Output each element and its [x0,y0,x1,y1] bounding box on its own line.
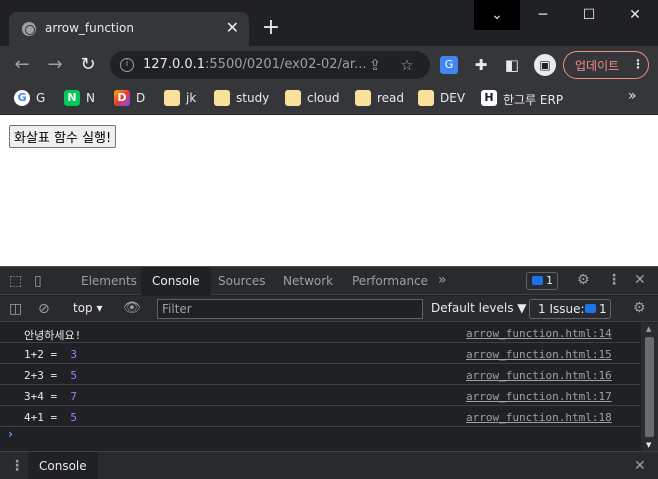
info-icon[interactable]: i [120,58,134,72]
tab-search-icon[interactable]: ⌄ [474,0,520,30]
close-drawer-icon[interactable]: ✕ [634,458,646,474]
page-viewport: 화살표 함수 실행! [0,115,658,266]
devtools-tabbar: ⬚ ▯ Elements Console Sources Network Per… [0,267,658,295]
new-tab-button[interactable]: + [258,16,284,42]
console-log-row: 3+4 = 7 arrow_function.html:17 [0,386,640,406]
log-source-link[interactable]: arrow_function.html:15 [466,348,612,361]
more-tabs-icon[interactable]: » [438,272,447,288]
side-panel-icon[interactable]: ◧ [503,56,521,74]
console-output: 안녕하세요! arrow_function.html:14 1+2 = 3 ar… [0,323,640,451]
update-button[interactable]: 업데이트 ⋮ [563,51,649,79]
sidebar-toggle-icon[interactable]: ◫ [9,301,22,317]
folder-icon [285,90,301,106]
tab-performance[interactable]: Performance [341,267,439,295]
settings-icon[interactable]: ⚙ [577,272,590,288]
console-settings-icon[interactable]: ⚙ [633,300,646,316]
scroll-down-icon[interactable]: ▼ [646,441,651,449]
clear-console-icon[interactable]: ⊘ [38,301,50,317]
log-source-link[interactable]: arrow_function.html:16 [466,369,612,382]
tab-title: arrow_function [45,21,134,35]
reload-icon[interactable]: ↻ [77,54,99,76]
device-toolbar-icon[interactable]: ▯ [34,273,42,289]
log-message: 1+2 = 3 [24,348,77,361]
tab-sources[interactable]: Sources [207,267,276,295]
share-icon[interactable]: ⇪ [366,56,384,74]
eye-icon[interactable]: 👁 [123,300,141,316]
tab-elements[interactable]: Elements [70,267,148,295]
log-message: 4+1 = 5 [24,411,77,424]
close-window-button[interactable]: ✕ [612,0,658,30]
log-message: 3+4 = 7 [24,390,77,403]
close-tab-icon[interactable]: ✕ [226,18,239,37]
extensions-icon[interactable]: ✚ [472,56,490,74]
naver-icon: N [64,90,80,106]
message-icon [532,276,543,285]
scrollbar-thumb[interactable] [645,337,654,437]
address-bar[interactable]: i 127.0.0.1:5500/0201/ex02-02/ar... ⇪ ☆ [110,51,430,79]
filter-input[interactable]: Filter [157,299,423,319]
log-message: 안녕하세요! [24,329,82,342]
tab-console[interactable]: Console [141,267,211,295]
back-icon[interactable]: ← [11,54,33,76]
console-log-row: 1+2 = 3 arrow_function.html:15 [0,344,640,364]
scroll-up-icon[interactable]: ▲ [646,325,651,333]
tab-network[interactable]: Network [272,267,344,295]
log-levels-dropdown[interactable]: Default levels ▼ [431,301,527,315]
globe-icon [22,22,36,36]
d-icon: D [114,90,130,106]
log-message: 2+3 = 5 [24,369,77,382]
google-icon: G [14,90,30,106]
browser-tab[interactable]: arrow_function ✕ [9,12,249,46]
issues-badge[interactable]: 1 [526,272,558,290]
profile-avatar[interactable]: ▣ [534,54,556,76]
translate-icon[interactable]: G [440,56,458,74]
forward-icon[interactable]: → [44,54,66,76]
log-source-link[interactable]: arrow_function.html:17 [466,390,612,403]
inspect-icon[interactable]: ⬚ [9,273,22,289]
log-source-link[interactable]: arrow_function.html:14 [466,327,612,340]
log-source-link[interactable]: arrow_function.html:18 [466,411,612,424]
folder-icon [418,90,434,106]
h-icon: H [481,90,497,106]
close-devtools-icon[interactable]: ✕ [634,272,646,288]
console-log-row: 안녕하세요! arrow_function.html:14 [0,323,640,343]
star-icon[interactable]: ☆ [398,56,416,74]
context-select[interactable]: top ▾ [73,301,103,315]
title-bar: arrow_function ✕ + ⌄ ─ ☐ ✕ [0,0,658,46]
console-scrollbar[interactable]: ▲ ▼ [641,323,658,451]
maximize-button[interactable]: ☐ [566,0,612,30]
devtools-drawer: ⋮ Console ✕ [0,451,658,479]
more-bookmarks-icon[interactable]: » [628,88,637,106]
console-log-row: 4+1 = 5 arrow_function.html:18 [0,407,640,427]
menu-dots-icon: ⋮ [632,57,644,71]
console-toolbar: ◫ ⊘ top ▾ 👁 Filter Default levels ▼ 1 Is… [0,296,658,322]
drawer-tab-console[interactable]: Console [28,452,98,479]
console-prompt[interactable]: › [8,427,13,441]
folder-icon [214,90,230,106]
bookmarks-bar: G G N N D D jk study cloud read DEV H 한그… [0,84,658,114]
url-text[interactable]: 127.0.0.1:5500/0201/ex02-02/ar... [143,57,366,72]
more-options-icon[interactable]: ⋮ [607,272,621,288]
browser-toolbar: ← → ↻ i 127.0.0.1:5500/0201/ex02-02/ar..… [0,46,658,84]
folder-icon [164,90,180,106]
minimize-button[interactable]: ─ [520,0,566,30]
folder-icon [355,90,371,106]
message-icon [585,304,596,313]
run-arrow-function-button[interactable]: 화살표 함수 실행! [9,125,117,148]
update-label: 업데이트 [575,59,620,73]
devtools-panel: ⬚ ▯ Elements Console Sources Network Per… [0,266,658,479]
drawer-menu-icon[interactable]: ⋮ [10,458,24,474]
issues-button[interactable]: 1 Issue: 1 [529,299,611,319]
console-log-row: 2+3 = 5 arrow_function.html:16 [0,365,640,385]
